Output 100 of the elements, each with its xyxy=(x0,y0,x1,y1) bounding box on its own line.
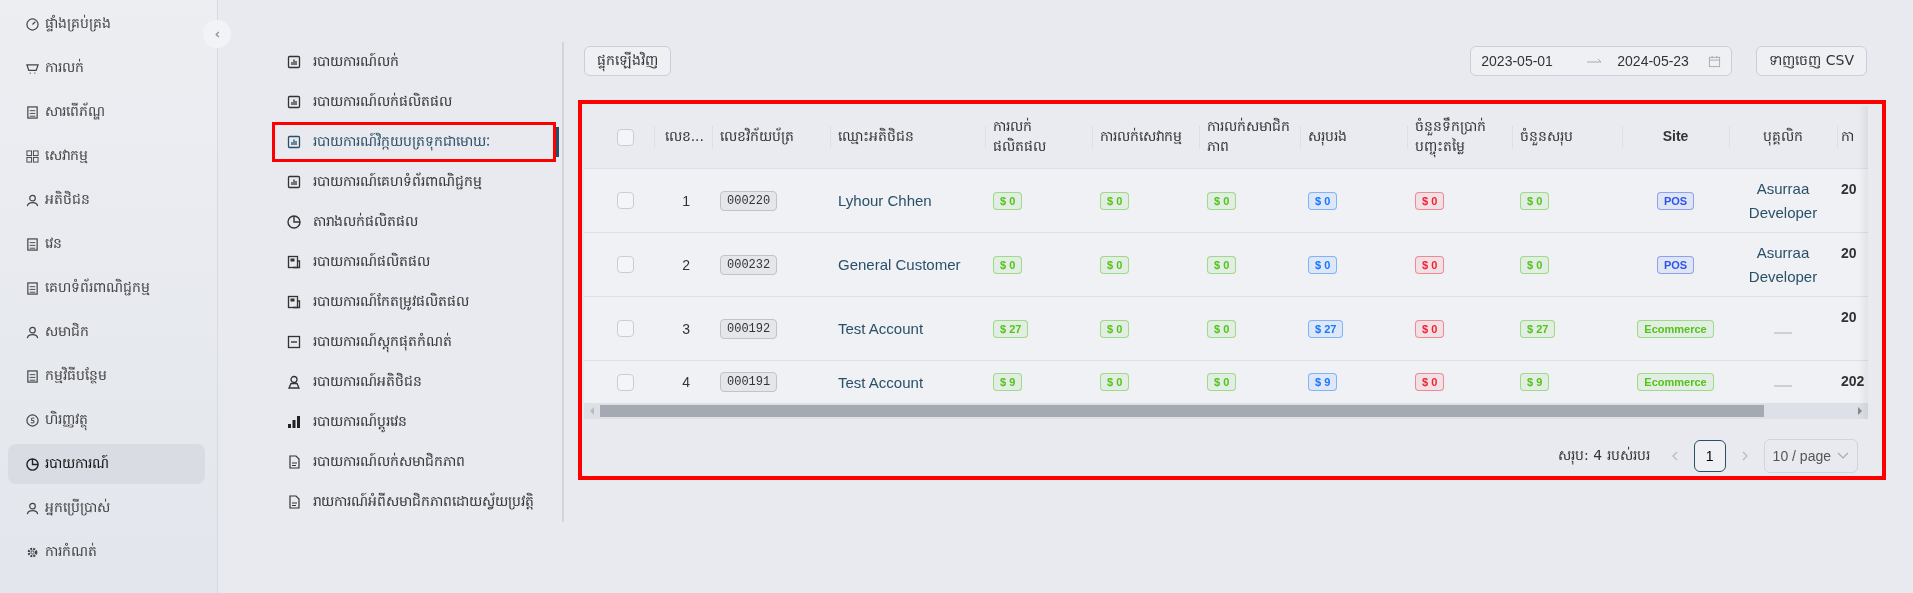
amount-tag: $ 0 xyxy=(1207,319,1237,338)
report-icon xyxy=(287,295,301,309)
sidebar-item[interactable]: សារពើភ័ណ្ឌ xyxy=(8,92,205,132)
site-tag: Ecommerce xyxy=(1637,373,1714,391)
sidebar-item[interactable]: ហិរញ្ញវត្ថុ xyxy=(8,400,205,440)
menu-icon xyxy=(26,61,39,75)
amount-tag: $ 9 xyxy=(1308,373,1338,391)
column-header[interactable]: កា xyxy=(1841,127,1854,147)
amount-tag: $ 0 xyxy=(1415,191,1445,210)
sidebar-item[interactable]: របាយការណ៍ xyxy=(8,444,205,484)
sidebar-item[interactable]: ផ្ទាំងគ្រប់គ្រង xyxy=(8,4,205,44)
sidebar-item[interactable]: អតិថិជន xyxy=(8,180,205,220)
sidebar-item[interactable]: អ្នកប្រើប្រាស់ xyxy=(8,488,205,528)
sidebar-item[interactable]: ការលក់ xyxy=(8,48,205,88)
menu-icon xyxy=(26,193,39,207)
amount-tag: $ 9 xyxy=(993,373,1023,391)
collapse-button[interactable] xyxy=(203,20,231,48)
row-checkbox[interactable] xyxy=(616,192,634,209)
menu-icon xyxy=(26,325,39,339)
invoice-number: 000232 xyxy=(720,254,778,275)
scroll-right-icon[interactable] xyxy=(1856,406,1864,416)
row-checkbox[interactable] xyxy=(616,256,634,273)
report-icon xyxy=(287,255,301,269)
report-menu-item[interactable]: របាយការណ៍លក់សមាជិកភាព xyxy=(272,442,556,482)
amount-tag: $ 0 xyxy=(1207,191,1237,210)
empty-dash xyxy=(1774,385,1792,387)
amount-tag: $ 0 xyxy=(1100,373,1130,391)
customer-name[interactable]: Lyhour Chhen xyxy=(838,192,932,209)
column-header[interactable]: លេខវិក័យប័ត្រ xyxy=(720,127,794,147)
report-menu-item[interactable]: របាយការណ៍វិក្កយបត្រទុកជាមោឃៈ xyxy=(272,122,556,162)
report-icon xyxy=(287,215,301,229)
horizontal-scrollbar[interactable] xyxy=(584,403,1868,419)
report-menu-item[interactable]: របាយការណ៍ស្តុកផុតកំណត់ xyxy=(272,322,556,362)
amount-tag: $ 0 xyxy=(1520,191,1550,210)
report-menu-item[interactable]: របាយការណ៍ផលិតផល xyxy=(272,242,556,282)
column-header[interactable]: ឈ្មោះអតិថិជន xyxy=(838,127,914,147)
menu-icon xyxy=(26,413,39,427)
column-header[interactable]: សរុបរង xyxy=(1308,127,1347,147)
sidebar-item[interactable]: សេវាកម្ម xyxy=(8,136,205,176)
row-checkbox[interactable] xyxy=(616,373,634,391)
customer-name[interactable]: General Customer xyxy=(838,256,961,273)
report-menu-item[interactable]: រាយការណ៍អំពីសមាជិកភាពដោយស្វ័យប្រវត្តិ xyxy=(272,482,556,522)
amount-tag: $ 0 xyxy=(1207,255,1237,274)
report-menu-item[interactable]: របាយការណ៍កែតម្រូវផលិតផល xyxy=(272,282,556,322)
column-header[interactable]: ចំនួនទឹកប្រាក់បញ្ចុះតម្លៃ xyxy=(1415,117,1504,157)
scrollbar-thumb[interactable] xyxy=(600,405,1765,417)
staff-name: Asurraa Developer xyxy=(1747,242,1819,287)
row-number: 3 xyxy=(682,320,690,337)
invoice-number: 000220 xyxy=(720,190,778,211)
report-menu-item[interactable]: របាយការណ៍អតិថិជន xyxy=(272,362,556,402)
report-icon xyxy=(287,455,301,469)
scroll-left-icon[interactable] xyxy=(588,406,596,416)
row-number: 1 xyxy=(682,192,690,209)
amount-tag: $ 0 xyxy=(1207,373,1237,391)
reload-button[interactable]: ផ្ទុកឡើងវិញ xyxy=(584,46,671,76)
sidebar-item[interactable]: ការកំណត់ xyxy=(8,532,205,572)
menu-icon xyxy=(26,149,39,163)
sidebar-item[interactable]: កម្មវិធីបន្ថែម xyxy=(8,356,205,396)
date-cell: 20 xyxy=(1841,181,1857,197)
column-header[interactable]: ការលក់សេវាកម្ម xyxy=(1100,127,1182,147)
column-header[interactable]: ចំនួនសរុប xyxy=(1520,127,1573,147)
menu-icon xyxy=(26,545,39,559)
amount-tag: $ 0 xyxy=(1520,255,1550,274)
report-icon xyxy=(287,375,301,389)
row-number: 4 xyxy=(682,374,690,390)
invoice-number: 000192 xyxy=(720,318,778,339)
end-date: 2024-05-23 xyxy=(1617,53,1690,69)
invoice-number: 000191 xyxy=(720,372,778,392)
column-header[interactable]: Site xyxy=(1662,127,1689,147)
column-header[interactable]: លេខ... xyxy=(664,127,704,147)
report-menu-item[interactable]: របាយការណ៍លក់ផលិតផល xyxy=(272,82,556,122)
sidebar-item[interactable]: សមាជិក xyxy=(8,312,205,352)
report-icon xyxy=(287,175,301,189)
report-menu-item[interactable]: របាយការណ៍គេហទំព័រពាណិជ្ជកម្ម xyxy=(272,162,556,202)
customer-name[interactable]: Test Account xyxy=(838,320,924,337)
select-all-checkbox[interactable] xyxy=(616,128,634,146)
sidebar-item[interactable]: វេន xyxy=(8,224,205,264)
column-header[interactable]: ការលក់ផលិតផល xyxy=(993,117,1084,157)
export-csv-button[interactable]: ទាញចេញ CSV xyxy=(1756,46,1867,76)
page-size-select[interactable]: 10 / page xyxy=(1763,439,1858,473)
chevron-down-icon xyxy=(1837,452,1849,460)
report-menu-item[interactable]: របាយការណ៍ប្តូរវេន xyxy=(272,402,556,442)
report-menu-item[interactable]: តារាងលក់ផលិតផល xyxy=(272,202,556,242)
report-menu-item[interactable]: របាយការណ៍លក់ xyxy=(272,42,556,82)
customer-name[interactable]: Test Account xyxy=(838,373,924,391)
amount-tag: $ 0 xyxy=(1415,255,1445,274)
menu-icon xyxy=(26,457,39,471)
empty-dash xyxy=(1774,331,1792,334)
date-range-field[interactable]: 2023-05-01 2024-05-23 xyxy=(1470,46,1733,76)
row-checkbox[interactable] xyxy=(616,320,634,337)
column-header[interactable]: ការលក់សមាជិកភាព xyxy=(1207,117,1292,157)
column-header[interactable]: បុគ្គលិក xyxy=(1763,127,1803,147)
amount-tag: $ 9 xyxy=(1520,373,1550,391)
amount-tag: $ 0 xyxy=(1100,191,1130,210)
page-button[interactable]: 1 xyxy=(1693,440,1726,472)
amount-tag: $ 0 xyxy=(993,191,1023,210)
site-tag: POS xyxy=(1656,255,1695,274)
report-icon xyxy=(287,95,301,109)
sidebar-item[interactable]: គេហទំព័រពាណិជ្ជកម្ម xyxy=(8,268,205,308)
staff-name: Asurraa Developer xyxy=(1747,178,1819,223)
